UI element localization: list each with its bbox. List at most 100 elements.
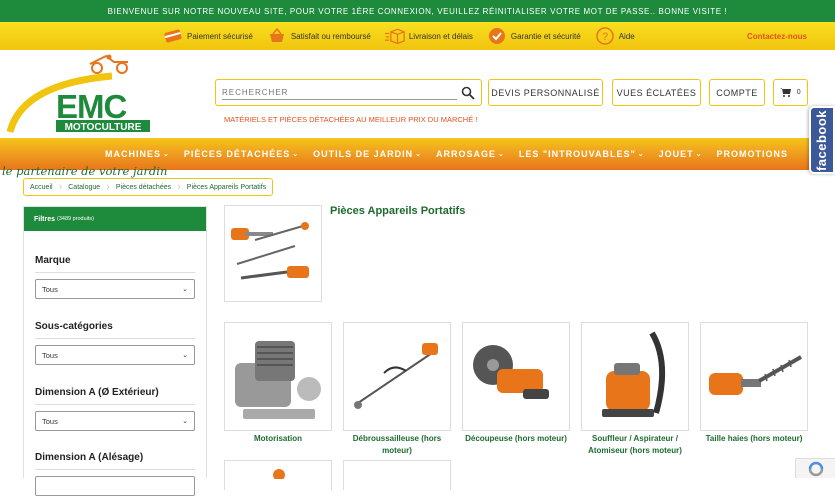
category-label[interactable]: Découpeuse (hors moteur) [462, 433, 570, 445]
nav-item-jouet[interactable]: JOUET⌄ [659, 149, 703, 159]
search-input[interactable] [222, 86, 457, 100]
info-item-refund[interactable]: Satisfait ou remboursé [267, 26, 371, 46]
filters-header: Filtres (3489 produits) [24, 207, 206, 231]
info-bar: Paiement sécurisé Satisfait ou remboursé… [0, 22, 835, 50]
filters-title: Filtres [34, 216, 55, 223]
filter-select[interactable]: Tous ⌄ [35, 279, 195, 299]
nav-item-promotions[interactable]: PROMOTIONS [717, 149, 789, 159]
nav-label: OUTILS DE JARDIN [313, 149, 413, 159]
cart-button[interactable]: 0 [773, 79, 808, 106]
chevron-down-icon: ⌄ [163, 150, 170, 158]
filter-select[interactable]: Tous⌄ [35, 345, 195, 365]
info-item-label: Garantie et sécurité [511, 32, 581, 41]
filter-select[interactable] [35, 476, 195, 496]
category-label[interactable]: Motorisation [224, 433, 332, 445]
nav-item-pieces[interactable]: PIÈCES DÉTACHÉES⌄ [184, 149, 299, 159]
cart-icon [780, 87, 791, 99]
category-card-debroussailleuse[interactable] [343, 322, 451, 431]
chevron-down-icon: ⌄ [696, 150, 703, 158]
info-item-warranty[interactable]: Garantie et sécurité [487, 26, 581, 46]
category-card-motorisation[interactable] [224, 322, 332, 431]
category-card-more[interactable] [224, 460, 332, 490]
recaptcha-badge [795, 458, 835, 478]
tagline: MATÉRIELS ET PIÈCES DÉTACHÉES AU MEILLEU… [224, 115, 477, 124]
nav-label: LES "INTROUVABLES" [519, 149, 636, 159]
nav-item-introuvables[interactable]: LES "INTROUVABLES"⌄ [519, 149, 645, 159]
brushcutter-image [344, 323, 450, 430]
category-label[interactable]: Débroussailleuse (hors moteur) [343, 433, 451, 457]
facebook-tab[interactable]: facebook [809, 106, 835, 174]
facebook-label: facebook [815, 109, 830, 170]
svg-text:?: ? [602, 31, 608, 43]
breadcrumb-item[interactable]: Catalogue [68, 184, 100, 191]
credit-card-icon [163, 26, 183, 46]
info-item-payment[interactable]: Paiement sécurisé [163, 26, 253, 46]
box-icon [385, 26, 405, 46]
blower-image [582, 323, 688, 430]
engine-image [225, 323, 331, 430]
category-card-more[interactable] [343, 460, 451, 490]
nav-label: PROMOTIONS [717, 149, 789, 159]
nav-item-machines[interactable]: MACHINES⌄ [105, 149, 170, 159]
cart-count: 0 [797, 89, 801, 96]
portable-tools-image [225, 206, 321, 301]
hedge-trimmer-image [701, 323, 807, 430]
filter-select[interactable]: Tous⌄ [35, 411, 195, 431]
badge-icon [487, 26, 507, 46]
search-icon[interactable] [461, 86, 475, 100]
category-card-souffleur[interactable] [581, 322, 689, 431]
info-items: Paiement sécurisé Satisfait ou remboursé… [163, 26, 649, 46]
devis-button[interactable]: DEVIS PERSONNALISÉ [488, 79, 603, 106]
filter-group-marque: Marque Tous ⌄ [35, 255, 195, 299]
logo-brand: EMC [56, 88, 127, 125]
category-card-decoupeuse[interactable] [462, 322, 570, 431]
category-card-taille-haies[interactable] [700, 322, 808, 431]
nav-label: JOUET [659, 149, 694, 159]
info-item-delivery[interactable]: Livraison et délais [385, 26, 473, 46]
filter-label: Dimension A (Ø Extérieur) [35, 387, 195, 405]
logo[interactable]: EMC MOTOCULTURE le partenaire de votre j… [2, 54, 202, 138]
breadcrumb-item[interactable]: Pièces détachées [116, 184, 171, 191]
logo-slogan: le partenaire de votre jardin [2, 164, 167, 178]
filter-select-value: Tous [42, 285, 58, 294]
chevron-down-icon: ⌄ [182, 285, 188, 293]
contact-link[interactable]: Contactez-nous [747, 32, 807, 41]
filters-count: (3489 produits) [57, 216, 94, 222]
announcement-text: BIENVENUE SUR NOTRE NOUVEAU SITE, POUR V… [108, 7, 728, 16]
info-item-help[interactable]: ? Aide [595, 26, 635, 46]
help-icon: ? [595, 26, 615, 46]
category-label[interactable]: Souffleur / Aspirateur / Atomiseur (hors… [578, 433, 692, 457]
nav-item-outils[interactable]: OUTILS DE JARDIN⌄ [313, 149, 422, 159]
filter-label: Marque [35, 255, 195, 273]
info-item-label: Paiement sécurisé [187, 32, 253, 41]
page-title: Pièces Appareils Portatifs [330, 205, 465, 217]
search-box [215, 79, 482, 106]
logo-sub: MOTOCULTURE [65, 122, 142, 133]
chevron-down-icon: ⌄ [292, 150, 299, 158]
breadcrumb-separator-icon: › [59, 181, 63, 193]
nav-label: PIÈCES DÉTACHÉES [184, 149, 290, 159]
basket-icon [267, 26, 287, 46]
chevron-down-icon: ⌄ [638, 150, 645, 158]
filter-label: Sous-catégories [35, 321, 195, 339]
filter-group-dim-alesage: Dimension A (Alésage) [35, 452, 195, 496]
chevron-down-icon: ⌄ [415, 150, 422, 158]
breadcrumb-separator-icon: › [106, 181, 110, 193]
header: EMC MOTOCULTURE le partenaire de votre j… [0, 50, 835, 138]
info-item-label: Satisfait ou remboursé [291, 32, 371, 41]
recaptcha-icon [807, 461, 825, 477]
category-label[interactable]: Taille haies (hors moteur) [700, 433, 808, 445]
breadcrumb-separator-icon: › [177, 181, 181, 193]
mower-rider-icon [90, 55, 128, 74]
category-hero-image [224, 205, 322, 302]
exploded-views-button[interactable]: VUES ÉCLATÉES [612, 79, 701, 106]
info-item-label: Livraison et délais [409, 32, 473, 41]
filter-group-sous-categories: Sous-catégories Tous⌄ [35, 321, 195, 365]
account-button[interactable]: COMPTE [709, 79, 765, 106]
filters-sidebar: Filtres (3489 produits) Marque Tous ⌄ Sou… [23, 206, 207, 478]
nav-item-arrosage[interactable]: ARROSAGE⌄ [436, 149, 505, 159]
chevron-down-icon: ⌄ [182, 417, 188, 425]
breadcrumb-item[interactable]: Accueil [30, 184, 53, 191]
filter-group-dim-ext: Dimension A (Ø Extérieur) Tous⌄ [35, 387, 195, 431]
chevron-down-icon: ⌄ [498, 150, 505, 158]
